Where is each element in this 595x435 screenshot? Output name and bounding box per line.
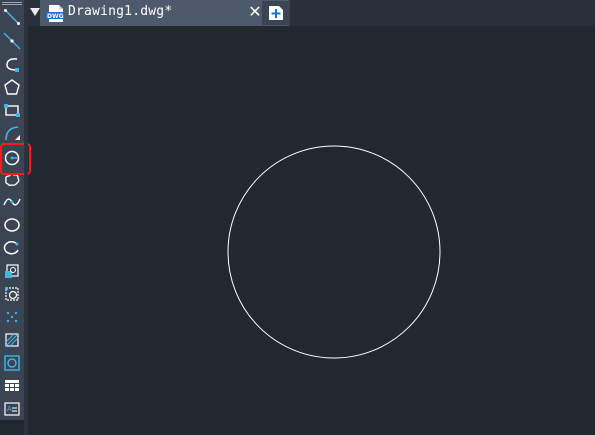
spline-tool-button[interactable] bbox=[2, 192, 22, 212]
new-drawing-tab-button[interactable] bbox=[262, 1, 290, 25]
rectangle-tool-button[interactable] bbox=[2, 100, 22, 120]
make-block-icon bbox=[5, 287, 19, 301]
polyline-icon bbox=[6, 58, 19, 72]
svg-text:DWG: DWG bbox=[47, 13, 64, 20]
hatch-icon bbox=[5, 333, 19, 347]
xline-icon bbox=[3, 32, 21, 50]
region-tool-button[interactable] bbox=[2, 353, 22, 373]
polygon-tool-button[interactable] bbox=[2, 77, 22, 97]
rectangle-icon bbox=[4, 104, 20, 117]
drawing-canvas[interactable] bbox=[28, 26, 595, 435]
region-icon bbox=[4, 355, 20, 371]
ellipse-arc-icon bbox=[3, 240, 19, 255]
mtext-icon: A bbox=[4, 402, 20, 416]
make-block-tool-button[interactable] bbox=[2, 284, 22, 304]
insert-block-tool-button[interactable] bbox=[2, 261, 22, 281]
construction-line-tool-button[interactable] bbox=[2, 31, 22, 51]
hatch-tool-button[interactable] bbox=[2, 330, 22, 350]
point-icon bbox=[6, 311, 18, 323]
table-icon bbox=[5, 380, 19, 391]
table-tool-button[interactable] bbox=[2, 376, 22, 396]
ellipse-icon bbox=[4, 218, 20, 232]
point-tool-button[interactable] bbox=[2, 307, 22, 327]
line-tool-button[interactable] bbox=[2, 7, 22, 27]
document-tab[interactable]: DWG Drawing1.dwg* ✕ bbox=[40, 0, 289, 26]
spline-icon bbox=[3, 198, 21, 206]
mtext-tool-button[interactable]: A bbox=[2, 399, 22, 419]
document-title: Drawing1.dwg* bbox=[68, 4, 173, 19]
polygon-icon bbox=[4, 79, 20, 95]
polyline-tool-button[interactable] bbox=[2, 54, 22, 74]
svg-text:A: A bbox=[7, 405, 12, 413]
arc-icon bbox=[5, 126, 20, 141]
drawn-circle[interactable] bbox=[227, 145, 441, 359]
line-icon bbox=[4, 9, 20, 25]
dwg-file-icon: DWG bbox=[46, 5, 64, 22]
document-tab-bar: DWG Drawing1.dwg* ✕ bbox=[28, 0, 595, 26]
draw-toolbar: A bbox=[0, 0, 24, 420]
ellipse-arc-tool-button[interactable] bbox=[2, 238, 22, 258]
arc-tool-button[interactable] bbox=[2, 123, 22, 143]
new-document-icon bbox=[269, 6, 283, 20]
ellipse-tool-button[interactable] bbox=[2, 215, 22, 235]
insert-block-icon bbox=[5, 264, 19, 278]
tab-list-dropdown-icon[interactable] bbox=[30, 8, 40, 16]
toolbar-grip-handle[interactable] bbox=[2, 2, 22, 5]
